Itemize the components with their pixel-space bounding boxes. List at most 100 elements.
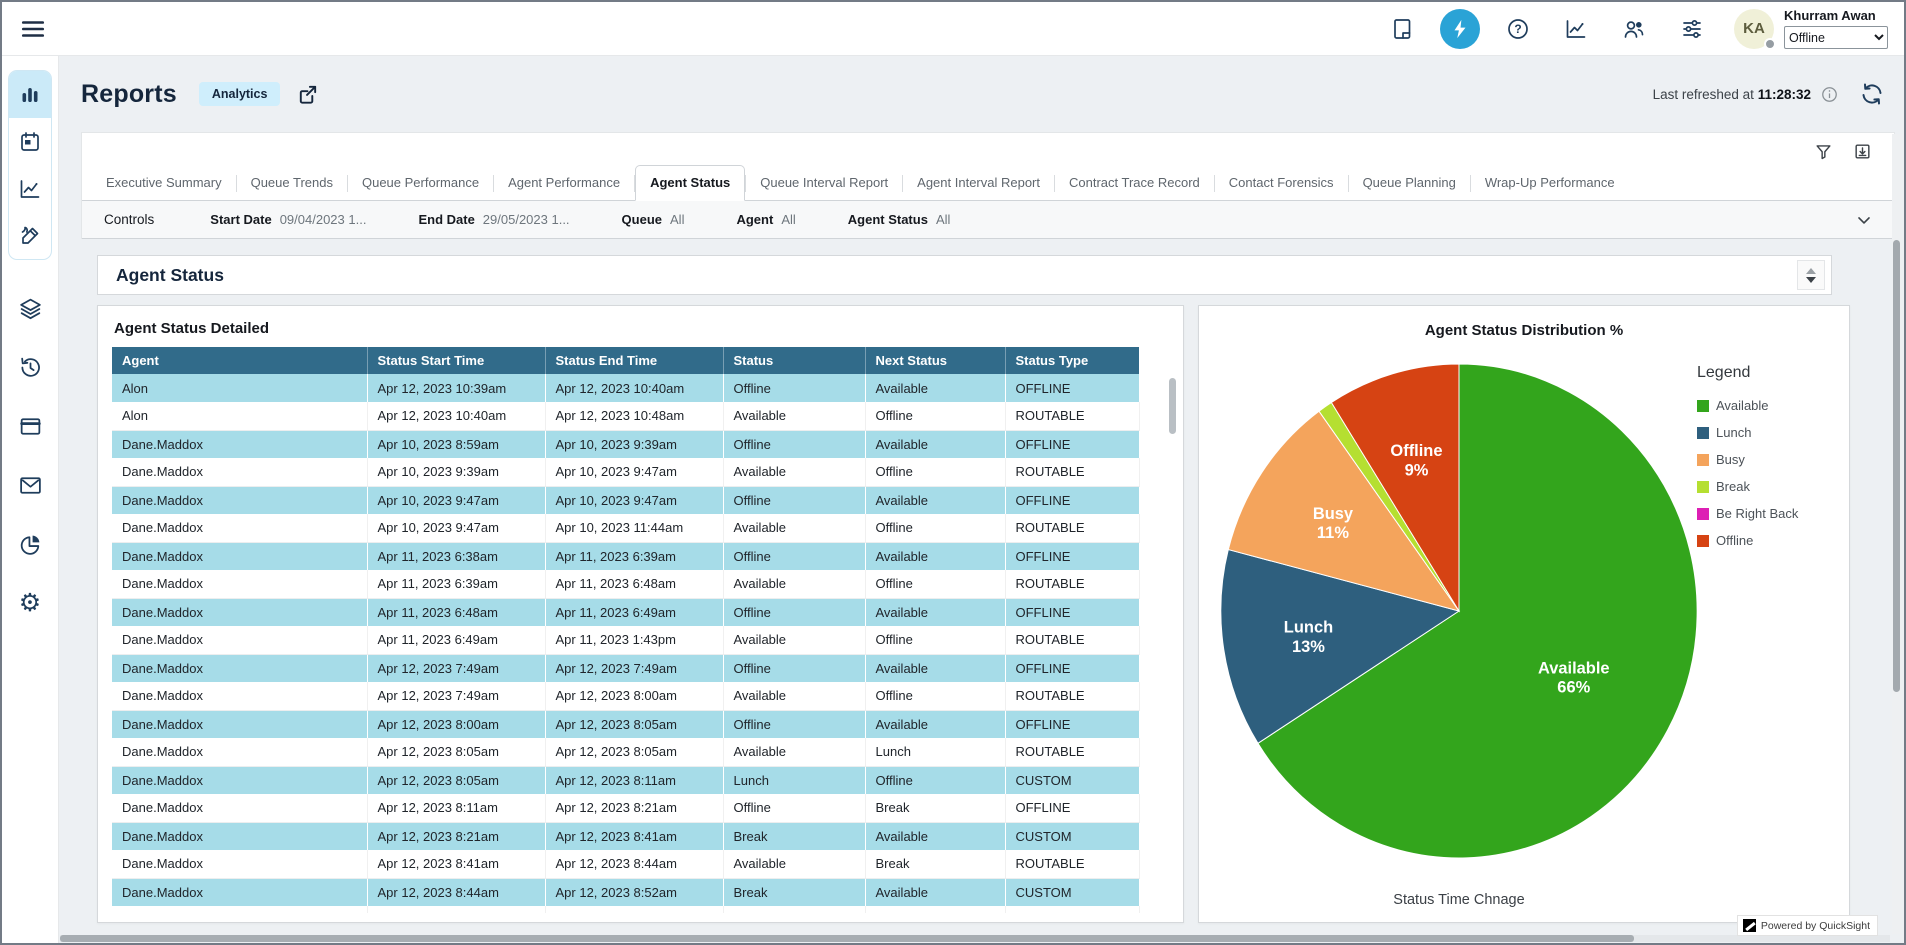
table-row[interactable]: Dane.MaddoxApr 12, 2023 8:44amApr 12, 20…: [112, 878, 1139, 906]
metrics-icon[interactable]: [1556, 9, 1596, 49]
quicksight-badge[interactable]: Powered by QuickSight: [1737, 915, 1878, 936]
legend-item-busy[interactable]: Busy: [1697, 452, 1835, 467]
table-row[interactable]: Dane.MaddoxApr 11, 2023 6:48amApr 11, 20…: [112, 598, 1139, 626]
page-horizontal-scrollbar[interactable]: [60, 935, 1890, 942]
users-icon[interactable]: [1614, 9, 1654, 49]
legend-item-lunch[interactable]: Lunch: [1697, 425, 1835, 440]
tab-agent-performance[interactable]: Agent Performance: [494, 166, 634, 200]
tab-contract-trace-record[interactable]: Contract Trace Record: [1055, 166, 1214, 200]
user-block: Khurram Awan Offline: [1784, 8, 1888, 49]
col-header-status-start-time[interactable]: Status Start Time: [367, 347, 545, 374]
sidebar-item-dashboards[interactable]: [9, 71, 51, 118]
table-row[interactable]: Dane.MaddoxApr 12, 2023 8:11amApr 12, 20…: [112, 794, 1139, 822]
table-cell: Apr 11, 2023 6:38am: [367, 542, 545, 570]
col-header-status-type[interactable]: Status Type: [1005, 347, 1139, 374]
table-row[interactable]: Dane.MaddoxApr 10, 2023 9:47amApr 10, 20…: [112, 514, 1139, 542]
table-row[interactable]: Dane.MaddoxApr 11, 2023 6:39amApr 11, 20…: [112, 570, 1139, 598]
last-refreshed-text: Last refreshed at 11:28:32: [1653, 87, 1811, 102]
col-header-status[interactable]: Status: [723, 347, 865, 374]
avatar[interactable]: KA: [1734, 9, 1774, 49]
col-header-status-end-time[interactable]: Status End Time: [545, 347, 723, 374]
page-horizontal-scrollbar-thumb[interactable]: [60, 935, 1634, 942]
external-link-icon[interactable]: [296, 83, 319, 106]
tab-queue-interval-report[interactable]: Queue Interval Report: [746, 166, 902, 200]
filter-agent-status[interactable]: Agent StatusAll: [848, 212, 951, 227]
info-icon[interactable]: [1821, 86, 1838, 103]
table-row[interactable]: Dane.MaddoxApr 10, 2023 9:39amApr 10, 20…: [112, 458, 1139, 486]
pie-chart[interactable]: Available66%Lunch13%Busy11%Offline9%: [1217, 360, 1701, 862]
table-row[interactable]: Dane.MaddoxApr 12, 2023 8:41amApr 12, 20…: [112, 850, 1139, 878]
table-row[interactable]: Dane.MaddoxApr 10, 2023 9:47amApr 10, 20…: [112, 486, 1139, 514]
quick-actions-flash-icon[interactable]: [1440, 9, 1480, 49]
notes-icon[interactable]: [1382, 9, 1422, 49]
table-cell: Apr 11, 2023 6:48am: [545, 570, 723, 598]
tab-agent-interval-report[interactable]: Agent Interval Report: [903, 166, 1054, 200]
sidebar-item-calendar[interactable]: [9, 118, 51, 165]
table-cell: Available: [865, 430, 1005, 458]
filter-end-date[interactable]: End Date29/05/2023 1...: [418, 212, 569, 227]
legend-item-offline[interactable]: Offline: [1697, 533, 1835, 548]
table-row[interactable]: AlonApr 12, 2023 10:39amApr 12, 2023 10:…: [112, 374, 1139, 402]
filter-icon[interactable]: [1814, 142, 1833, 161]
tab-wrap-up-performance[interactable]: Wrap-Up Performance: [1471, 166, 1629, 200]
table-row[interactable]: Dane.MaddoxApr 12, 2023 8:05amApr 12, 20…: [112, 766, 1139, 794]
top-bar: ? KA Khurram Awan Offline: [2, 2, 1904, 56]
tab-queue-performance[interactable]: Queue Performance: [348, 166, 493, 200]
page-vertical-scrollbar[interactable]: [1892, 134, 1901, 934]
table-cell: Apr 12, 2023 10:39am: [367, 374, 545, 402]
table-row[interactable]: Dane.MaddoxApr 12, 2023 7:49amApr 12, 20…: [112, 654, 1139, 682]
col-header-next-status[interactable]: Next Status: [865, 347, 1005, 374]
hamburger-menu-icon[interactable]: [20, 16, 46, 42]
table-row[interactable]: [112, 906, 1139, 913]
refresh-icon[interactable]: [1860, 82, 1884, 106]
table-row[interactable]: Dane.MaddoxApr 12, 2023 8:00amApr 12, 20…: [112, 710, 1139, 738]
sidebar-item-settings[interactable]: ⚙: [9, 581, 51, 625]
chart-legend: Legend AvailableLunchBusyBreakBe Right B…: [1697, 364, 1835, 560]
table-cell: Break: [865, 850, 1005, 878]
filter-label: Start Date: [210, 212, 271, 227]
agent-status-select[interactable]: Offline: [1784, 26, 1888, 49]
spinner-down-icon[interactable]: [1806, 277, 1816, 283]
legend-item-be-right-back[interactable]: Be Right Back: [1697, 506, 1835, 521]
legend-item-break[interactable]: Break: [1697, 479, 1835, 494]
table-row[interactable]: Dane.MaddoxApr 12, 2023 8:05amApr 12, 20…: [112, 738, 1139, 766]
table-cell: Offline: [865, 626, 1005, 654]
tab-queue-trends[interactable]: Queue Trends: [237, 166, 347, 200]
tab-agent-status[interactable]: Agent Status: [635, 165, 745, 201]
sidebar-item-browser[interactable]: [9, 404, 51, 448]
table-row[interactable]: Dane.MaddoxApr 11, 2023 6:38amApr 11, 20…: [112, 542, 1139, 570]
table-row[interactable]: Dane.MaddoxApr 12, 2023 8:21amApr 12, 20…: [112, 822, 1139, 850]
table-row[interactable]: Dane.MaddoxApr 10, 2023 8:59amApr 10, 20…: [112, 430, 1139, 458]
tab-executive-summary[interactable]: Executive Summary: [92, 166, 236, 200]
filter-label: End Date: [418, 212, 474, 227]
filter-queue[interactable]: QueueAll: [622, 212, 685, 227]
table-cell: Break: [723, 822, 865, 850]
section-spinner[interactable]: [1797, 260, 1825, 290]
sidebar-item-layers[interactable]: [9, 286, 51, 330]
col-header-agent[interactable]: Agent: [112, 347, 367, 374]
table-row[interactable]: Dane.MaddoxApr 11, 2023 6:49amApr 11, 20…: [112, 626, 1139, 654]
table-row[interactable]: Dane.MaddoxApr 12, 2023 7:49amApr 12, 20…: [112, 682, 1139, 710]
table-cell: Apr 12, 2023 10:40am: [545, 374, 723, 402]
sidebar-item-pie-reports[interactable]: [9, 522, 51, 566]
export-download-icon[interactable]: [1853, 142, 1872, 161]
sidebar-item-mail[interactable]: [9, 463, 51, 507]
legend-item-available[interactable]: Available: [1697, 398, 1835, 413]
filter-start-date[interactable]: Start Date09/04/2023 1...: [210, 212, 366, 227]
tab-queue-planning[interactable]: Queue Planning: [1349, 166, 1470, 200]
sidebar-item-history[interactable]: [9, 345, 51, 389]
page-vertical-scrollbar-thumb[interactable]: [1893, 240, 1900, 692]
analytics-badge[interactable]: Analytics: [199, 82, 281, 106]
table-scrollbar-thumb[interactable]: [1169, 378, 1176, 434]
table-cell: OFFLINE: [1005, 374, 1139, 402]
sidebar-item-analyses[interactable]: [9, 165, 51, 212]
table-cell: OFFLINE: [1005, 598, 1139, 626]
filter-agent[interactable]: AgentAll: [736, 212, 795, 227]
sidebar-item-design[interactable]: [9, 212, 51, 259]
settings-sliders-icon[interactable]: [1672, 9, 1712, 49]
spinner-up-icon[interactable]: [1806, 268, 1816, 274]
tab-contact-forensics[interactable]: Contact Forensics: [1215, 166, 1348, 200]
help-icon[interactable]: ?: [1498, 9, 1538, 49]
table-row[interactable]: AlonApr 12, 2023 10:40amApr 12, 2023 10:…: [112, 402, 1139, 430]
controls-collapse-chevron-icon[interactable]: [1854, 210, 1874, 230]
